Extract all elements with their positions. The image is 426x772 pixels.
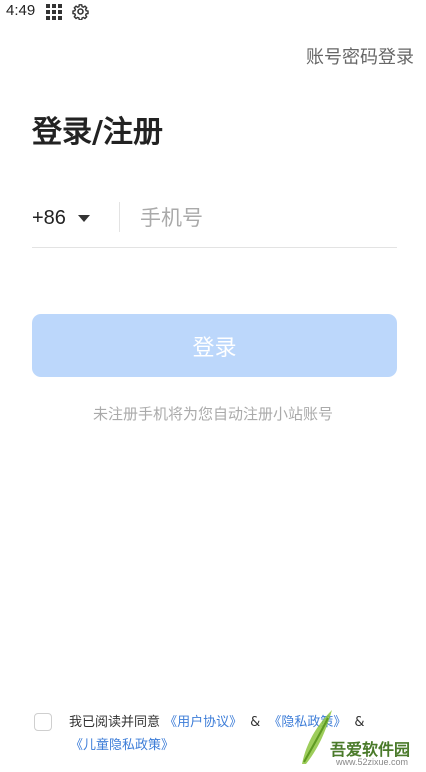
amp-separator: & bbox=[250, 715, 261, 730]
page-title: 登录/注册 bbox=[32, 115, 163, 150]
grid-icon bbox=[46, 4, 62, 20]
caret-down-icon bbox=[77, 214, 90, 222]
divider bbox=[119, 202, 120, 232]
watermark-text: 吾爱软件园 bbox=[330, 740, 411, 759]
gear-icon bbox=[72, 4, 89, 20]
privacy-policy-link[interactable]: 《隐私政策》 bbox=[268, 715, 346, 730]
status-bar: 4:49 bbox=[0, 0, 426, 24]
phone-input[interactable] bbox=[140, 200, 390, 236]
register-hint: 未注册手机将为您自动注册小站账号 bbox=[92, 405, 333, 423]
child-privacy-policy-link[interactable]: 《儿童隐私政策》 bbox=[70, 738, 174, 753]
agreement-prefix: 我已阅读并同意 bbox=[69, 715, 161, 730]
amp-separator: & bbox=[354, 715, 365, 730]
country-code-selector[interactable]: +86 bbox=[32, 200, 90, 236]
phone-input-row: +86 bbox=[32, 196, 397, 248]
agreement-checkbox[interactable] bbox=[34, 713, 52, 731]
agreement-line-2: 《儿童隐私政策》 bbox=[70, 734, 174, 753]
login-button[interactable]: 登录 bbox=[32, 314, 397, 377]
user-agreement-link[interactable]: 《用户协议》 bbox=[164, 715, 242, 730]
status-time: 4:49 bbox=[6, 2, 36, 19]
watermark-url: www.52zixue.com bbox=[336, 757, 409, 767]
country-code: +86 bbox=[32, 206, 66, 229]
password-login-link[interactable]: 账号密码登录 bbox=[306, 43, 414, 69]
agreement-line-1: 我已阅读并同意 《用户协议》 & 《隐私政策》 & bbox=[69, 711, 372, 730]
